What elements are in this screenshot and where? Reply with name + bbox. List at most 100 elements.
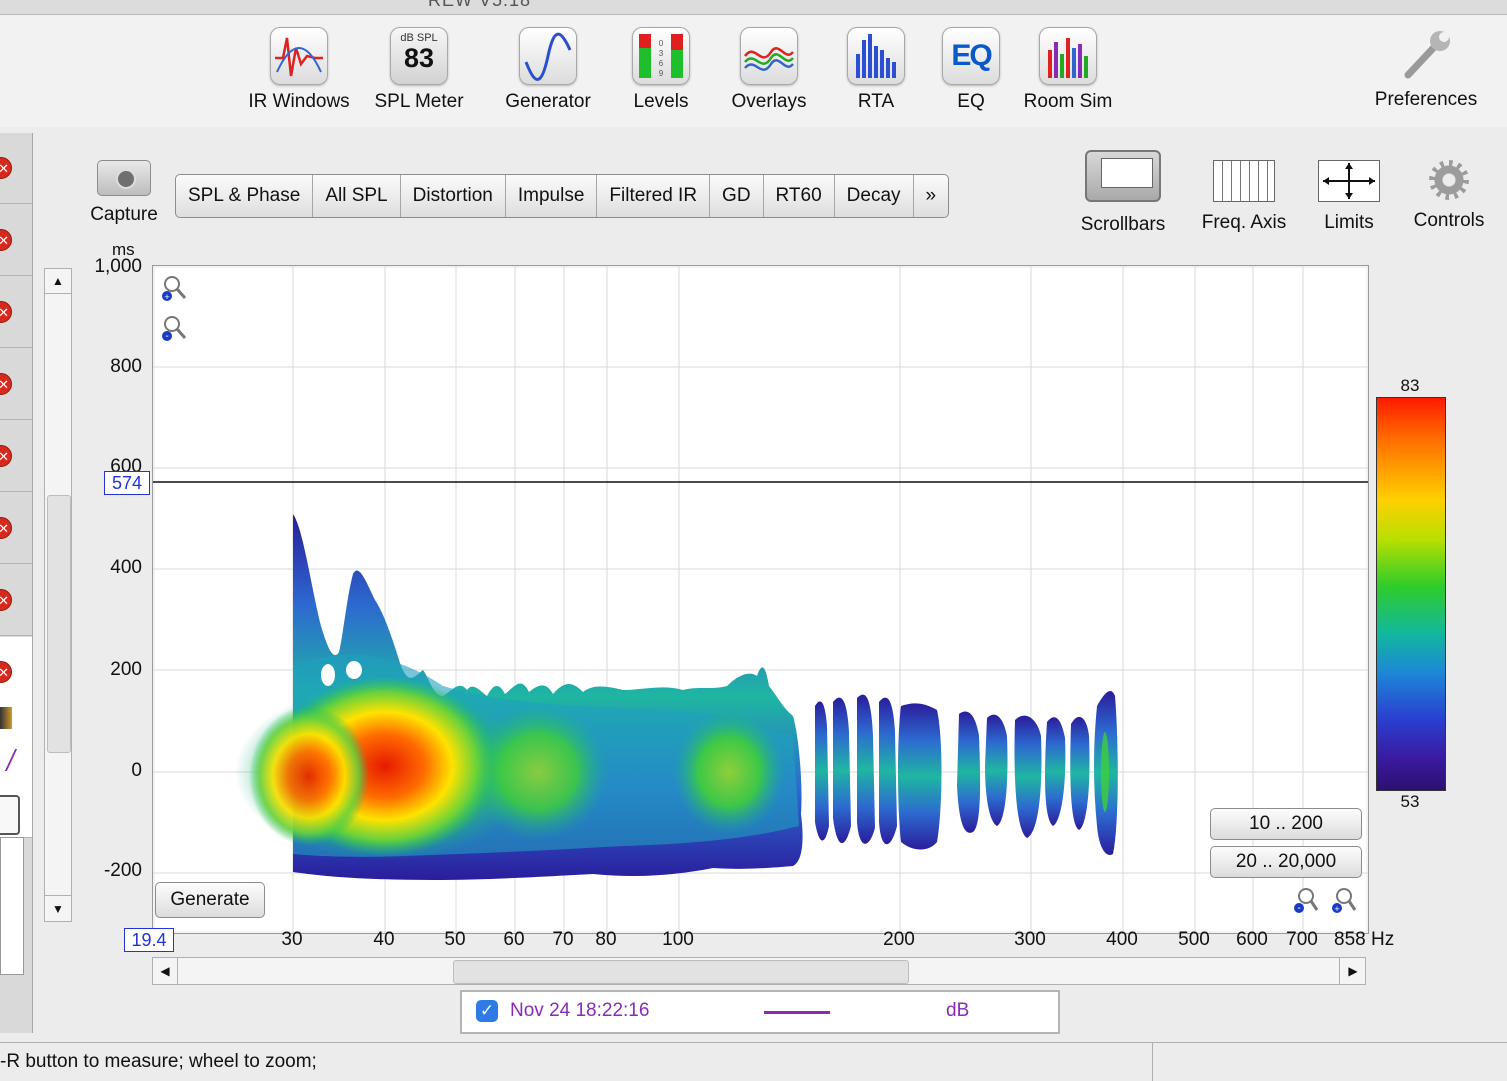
room-sim-button[interactable]: Room Sim	[1013, 27, 1123, 113]
svg-text:9: 9	[659, 69, 664, 78]
zoom-out-icon[interactable]: -	[161, 314, 187, 342]
tab-impulse[interactable]: Impulse	[506, 175, 598, 217]
svg-text:3: 3	[659, 49, 664, 58]
measurement-slot[interactable]: ✕	[0, 205, 32, 276]
waterfall-plot[interactable]: + - - +	[152, 265, 1369, 934]
remove-icon[interactable]: ✕	[0, 661, 12, 683]
controls-button[interactable]: Controls	[1404, 150, 1494, 232]
remove-icon[interactable]: ✕	[0, 445, 12, 467]
y-tick-label: 1,000	[94, 256, 142, 277]
generate-button[interactable]: Generate	[155, 882, 265, 918]
tab-gd[interactable]: GD	[710, 175, 764, 217]
eq-icon: EQ	[942, 27, 1000, 85]
window-title: REW V5.18	[428, 0, 532, 10]
x-end-label: 858 Hz	[1334, 929, 1395, 950]
x-tick-label: 200	[883, 929, 915, 950]
palette-icon[interactable]	[0, 707, 12, 729]
remove-icon[interactable]: ✕	[0, 589, 12, 611]
measurement-slot[interactable]: ✕	[0, 133, 32, 204]
main-toolbar: IR Windows dB SPL 83 SPL Meter Generator…	[0, 15, 1507, 127]
measurement-slot[interactable]: ✕	[0, 277, 32, 348]
notes-panel[interactable]	[0, 837, 24, 975]
y-tick-label: 0	[131, 760, 142, 781]
scroll-right-icon[interactable]: ▶	[1339, 958, 1366, 984]
measurement-slot[interactable]: ✕	[0, 493, 32, 564]
overlays-button[interactable]: Overlays	[714, 27, 824, 113]
limits-icon	[1318, 160, 1380, 202]
scroll-down-icon[interactable]: ▼	[45, 895, 71, 922]
status-divider	[1152, 1043, 1153, 1081]
scroll-up-icon[interactable]: ▲	[45, 269, 71, 294]
overlays-icon	[740, 27, 798, 85]
room-sim-icon	[1039, 27, 1097, 85]
x-tick-label: 40	[373, 929, 395, 950]
y-tick-label: -200	[103, 860, 142, 881]
remove-icon[interactable]: ✕	[0, 517, 12, 539]
tab-all-spl[interactable]: All SPL	[313, 175, 401, 217]
measurement-slot[interactable]: ✕	[0, 565, 32, 636]
tab-decay[interactable]: Decay	[835, 175, 914, 217]
y-tick-label: 400	[110, 557, 142, 578]
zoom-in-x-icon[interactable]: +	[1331, 886, 1357, 914]
levels-icon: 0369	[632, 27, 690, 85]
range-20-20000-button[interactable]: 20 .. 20,000	[1210, 846, 1362, 878]
measurement-slot[interactable]: ✕	[0, 421, 32, 492]
spl-meter-button[interactable]: dB SPL 83 SPL Meter	[364, 27, 474, 113]
measurement-list-strip: ✕ ✕ ✕ ✕ ✕ ✕ ✕ ✕	[0, 133, 33, 1033]
y-tick-label: 800	[110, 356, 142, 377]
line-style-icon[interactable]	[0, 749, 18, 771]
title-bar: REW V5.18	[0, 0, 1507, 15]
legend-checkbox[interactable]: ✓	[476, 1000, 498, 1022]
rta-icon	[847, 27, 905, 85]
remove-icon[interactable]: ✕	[0, 301, 12, 323]
ir-windows-icon	[270, 27, 328, 85]
levels-button[interactable]: 0369 Levels	[606, 27, 716, 113]
cursor-time-readout[interactable]: 574	[104, 471, 150, 495]
remove-icon[interactable]: ✕	[0, 229, 12, 251]
scale-max-label: 83	[1400, 376, 1420, 395]
generator-button[interactable]: Generator	[493, 27, 603, 113]
tab-spl-phase[interactable]: SPL & Phase	[176, 175, 314, 217]
tab-filtered-ir[interactable]: Filtered IR	[597, 175, 711, 217]
zoom-in-icon[interactable]: +	[161, 274, 187, 302]
tab-rt60[interactable]: RT60	[764, 175, 835, 217]
tab-more[interactable]: »	[914, 175, 949, 217]
scrollbars-button[interactable]: Scrollbars	[1070, 150, 1176, 236]
x-tick-label: 30	[281, 929, 303, 950]
scroll-thumb[interactable]	[453, 960, 909, 984]
x-tick-label: 100	[662, 929, 694, 950]
svg-text:0: 0	[659, 39, 664, 48]
freq-axis-button[interactable]: Freq. Axis	[1192, 150, 1296, 234]
notes-icon[interactable]	[0, 795, 20, 835]
svg-text:-: -	[165, 331, 168, 342]
status-bar: -R button to measure; wheel to zoom;	[0, 1042, 1507, 1081]
preferences-button[interactable]: Preferences	[1371, 27, 1481, 111]
rta-button[interactable]: RTA	[821, 27, 931, 113]
eq-button[interactable]: EQ EQ	[916, 27, 1026, 113]
range-10-200-button[interactable]: 10 .. 200	[1210, 808, 1362, 840]
measurement-slot[interactable]: ✕	[0, 637, 32, 838]
scroll-thumb[interactable]	[47, 495, 71, 753]
legend-unit: dB	[946, 1000, 970, 1021]
spl-meter-icon: dB SPL 83	[390, 27, 448, 85]
ir-windows-button[interactable]: IR Windows	[244, 27, 354, 113]
limits-button[interactable]: Limits	[1312, 150, 1386, 234]
measurement-slot[interactable]: ✕	[0, 349, 32, 420]
remove-icon[interactable]: ✕	[0, 157, 12, 179]
x-tick-label: 60	[503, 929, 525, 950]
zoom-out-x-icon[interactable]: -	[1293, 886, 1319, 914]
remove-icon[interactable]: ✕	[0, 373, 12, 395]
scroll-left-icon[interactable]: ◀	[153, 958, 178, 984]
gear-icon	[1429, 160, 1469, 200]
capture-button[interactable]: Capture	[84, 160, 164, 226]
vertical-scrollbar[interactable]: ▲ ▼	[44, 268, 72, 922]
x-tick-label: 50	[444, 929, 466, 950]
generator-icon	[519, 27, 577, 85]
spectrogram-svg[interactable]	[153, 266, 1368, 933]
x-start-readout[interactable]: 19.4	[124, 928, 174, 952]
x-tick-label: 80	[595, 929, 617, 950]
x-tick-label: 400	[1106, 929, 1138, 950]
tab-distortion[interactable]: Distortion	[401, 175, 506, 217]
x-tick-label: 600	[1236, 929, 1268, 950]
horizontal-scrollbar[interactable]: ◀ ▶	[152, 957, 1366, 985]
